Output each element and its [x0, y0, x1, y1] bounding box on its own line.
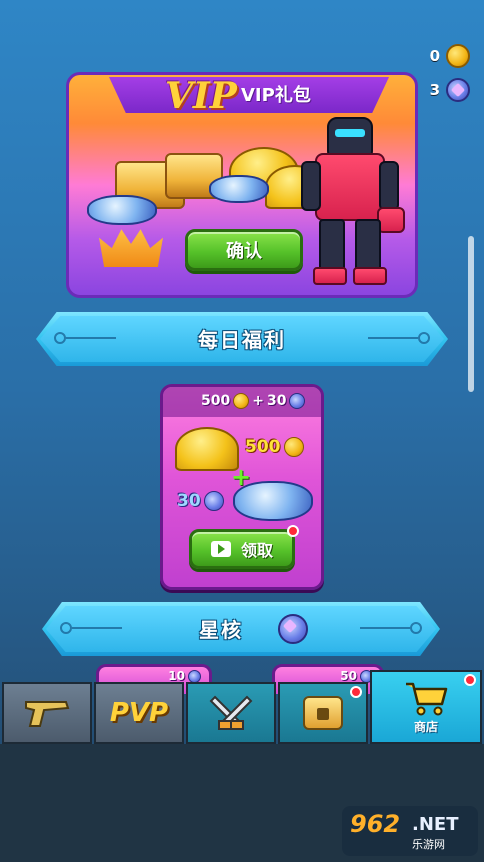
- vip-confirm-button[interactable]: 确认: [185, 229, 303, 271]
- price-plus: +: [252, 393, 264, 409]
- shopping-cart-icon: [406, 682, 448, 715]
- daily-welfare-title: 每日福利: [198, 328, 286, 352]
- star-core-title: 星核: [199, 618, 243, 642]
- gem-icon: [289, 393, 306, 409]
- reward-gems: 30: [177, 491, 224, 511]
- price-gems: 30: [266, 393, 287, 409]
- coin-counter: 0: [430, 44, 470, 68]
- daily-welfare-banner: 每日福利: [36, 312, 448, 366]
- gem-icon: [203, 491, 224, 511]
- treasure-chest-icon: [303, 696, 343, 730]
- vip-package-card[interactable]: VIP VIP礼包 确认: [66, 72, 418, 298]
- pistol-icon: [25, 701, 70, 727]
- price-coins: 500: [201, 393, 231, 409]
- notification-dot: [350, 686, 362, 698]
- reward-coins: 500: [245, 437, 304, 457]
- star-core-banner: 星核: [42, 602, 440, 656]
- gem-count: 3: [429, 81, 440, 99]
- star-core-gem-icon: [278, 614, 308, 644]
- vip-logo: VIP: [165, 75, 237, 117]
- coin-count: 0: [429, 47, 440, 65]
- coin-icon: [233, 393, 250, 409]
- tab-weapons[interactable]: [2, 682, 92, 744]
- coin-icon: [446, 44, 470, 68]
- vip-confirm-label: 确认: [226, 241, 262, 262]
- star-core-item-price: 50: [340, 669, 373, 683]
- watermark-number: 962: [350, 810, 401, 838]
- tab-shop[interactable]: 商店: [370, 670, 482, 744]
- daily-offer-price: 500 + 30: [201, 393, 306, 409]
- gem-pile-icon: [233, 481, 313, 521]
- tab-shop-label: 商店: [413, 719, 438, 734]
- gem-pile-icon: [209, 175, 269, 203]
- video-ad-icon: [210, 541, 231, 557]
- claim-button[interactable]: 领取: [189, 529, 295, 569]
- gem-icon: [446, 78, 470, 102]
- daily-offer-card[interactable]: 500 + 30 500 + 30 领取: [160, 384, 324, 590]
- gem-pile-icon: [87, 195, 157, 225]
- crossed-swords-icon: [209, 695, 253, 730]
- crown-icon: [99, 229, 163, 267]
- gem-counter: 3: [430, 78, 470, 102]
- gem-icon: [188, 669, 201, 683]
- item-price: 10: [168, 669, 185, 683]
- reward-coins-amount: 500: [245, 437, 281, 457]
- watermark-net: .NET: [412, 814, 459, 835]
- robot-mech-icon: [297, 87, 409, 295]
- star-core-item-price: 10: [168, 669, 201, 683]
- notification-dot: [287, 525, 299, 537]
- claim-label: 领取: [240, 541, 273, 560]
- notification-dot: [464, 674, 476, 686]
- item-price: 50: [340, 669, 357, 683]
- coin-icon: [283, 437, 304, 457]
- watermark-logo: 962 .NET 乐游网: [342, 806, 478, 856]
- pvp-icon: PVP: [109, 698, 169, 728]
- scrollbar[interactable]: [468, 236, 474, 392]
- tab-pvp[interactable]: PVP: [94, 682, 184, 744]
- tab-chest[interactable]: [278, 682, 368, 744]
- reward-gems-amount: 30: [177, 491, 201, 511]
- watermark-text: 乐游网: [412, 838, 445, 851]
- tab-battle[interactable]: [186, 682, 276, 744]
- gold-coins-icon: [175, 427, 239, 471]
